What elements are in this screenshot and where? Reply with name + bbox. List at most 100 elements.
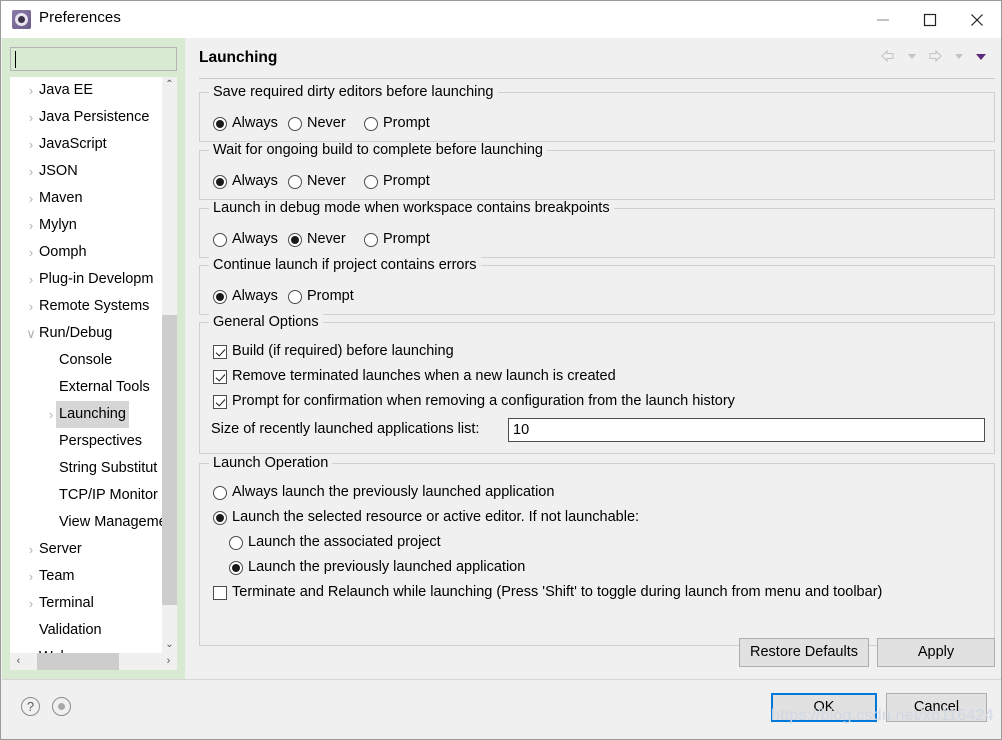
size-of-recent-list-input[interactable]: 10 (508, 418, 985, 442)
minimize-icon[interactable] (861, 1, 907, 38)
more-chevron-down-icon[interactable] (973, 48, 989, 69)
sidebar-item-perspectives[interactable]: Perspectives (10, 428, 162, 455)
preferences-tree[interactable]: › Java EE › Java Persistence › JavaScript › JSO… (10, 77, 177, 653)
scroll-right-icon[interactable]: › (160, 653, 177, 670)
apply-button[interactable]: Apply (877, 638, 995, 667)
scroll-down-icon[interactable]: ⌄ (162, 637, 177, 653)
checkbox-checked-icon[interactable] (213, 395, 227, 409)
radio-unselected-icon[interactable] (213, 486, 227, 500)
back-arrow-icon[interactable] (879, 48, 897, 69)
radio-mark[interactable] (213, 486, 227, 500)
radio-unselected-icon[interactable] (364, 117, 378, 131)
sidebar-item-external-tools[interactable]: External Tools (10, 374, 162, 401)
check-mark[interactable] (213, 586, 227, 600)
radio-unselected-icon[interactable] (288, 175, 302, 189)
forward-dropdown-chevron-down-icon[interactable] (952, 48, 966, 69)
sidebar-item-string-substitut[interactable]: String Substitut (10, 455, 162, 482)
filter-input[interactable] (10, 47, 177, 71)
sidebar-item-web[interactable]: ›Web (10, 644, 162, 653)
chevron-right-icon[interactable]: › (24, 266, 38, 293)
radio-selected-icon[interactable] (213, 511, 227, 525)
radio-mark[interactable] (213, 290, 227, 304)
horizontal-scroll-thumb[interactable] (37, 653, 119, 670)
sidebar-item-remote-systems[interactable]: › Remote Systems (10, 293, 162, 320)
sidebar-item-json[interactable]: › JSON (10, 158, 162, 185)
sidebar-item-run-debug[interactable]: ∨ Run/Debug (10, 320, 162, 347)
sidebar-item-plug-in-developm[interactable]: › Plug-in Developm (10, 266, 162, 293)
help-icon[interactable]: ? (21, 697, 40, 716)
chevron-right-icon[interactable]: › (24, 239, 38, 266)
check-mark[interactable] (213, 345, 227, 359)
radio-unselected-icon[interactable] (213, 233, 227, 247)
sidebar-item-oomph[interactable]: › Oomph (10, 239, 162, 266)
sidebar-item-launching[interactable]: › Launching (10, 401, 162, 428)
checkbox-unchecked-icon[interactable] (213, 586, 227, 600)
radio-mark[interactable] (229, 536, 243, 550)
chevron-right-icon[interactable]: › (24, 212, 38, 239)
radio-mark[interactable] (364, 175, 378, 189)
radio-mark[interactable] (364, 233, 378, 247)
secondary-dot-icon[interactable] (52, 697, 71, 716)
radio-selected-icon[interactable] (213, 175, 227, 189)
checkbox-checked-icon[interactable] (213, 370, 227, 384)
sidebar-item-view-manageme[interactable]: View Manageme (10, 509, 162, 536)
radio-unselected-icon[interactable] (288, 290, 302, 304)
vertical-scroll-thumb[interactable] (162, 315, 177, 605)
sidebar-item-console[interactable]: Console (10, 347, 162, 374)
radio-selected-icon[interactable] (213, 290, 227, 304)
sidebar-item-team[interactable]: › Team (10, 563, 162, 590)
chevron-right-icon[interactable]: › (24, 644, 38, 653)
chevron-right-icon[interactable]: › (24, 185, 38, 212)
radio-selected-icon[interactable] (288, 233, 302, 247)
sidebar-item-terminal[interactable]: › Terminal (10, 590, 162, 617)
chevron-right-icon[interactable]: › (24, 293, 38, 320)
radio-unselected-icon[interactable] (229, 536, 243, 550)
radio-mark[interactable] (213, 511, 227, 525)
radio-unselected-icon[interactable] (364, 175, 378, 189)
chevron-right-icon[interactable]: › (24, 536, 38, 563)
sidebar-item-validation[interactable]: Validation (10, 617, 162, 644)
radio-selected-icon[interactable] (213, 117, 227, 131)
chevron-right-icon[interactable]: › (24, 104, 38, 131)
check-mark[interactable] (213, 395, 227, 409)
sidebar-item-javascript[interactable]: › JavaScript (10, 131, 162, 158)
sidebar-item-maven[interactable]: › Maven (10, 185, 162, 212)
checkbox-checked-icon[interactable] (213, 345, 227, 359)
chevron-right-icon[interactable]: › (24, 590, 38, 617)
cancel-button[interactable]: Cancel (886, 693, 987, 722)
restore-defaults-button[interactable]: Restore Defaults (739, 638, 869, 667)
back-dropdown-chevron-down-icon[interactable] (905, 48, 919, 69)
sidebar-item-server[interactable]: › Server (10, 536, 162, 563)
sidebar-item-java-persistence[interactable]: › Java Persistence (10, 104, 162, 131)
forward-arrow-icon[interactable] (926, 48, 944, 69)
chevron-right-icon[interactable]: › (24, 131, 38, 158)
sidebar-item-mylyn[interactable]: › Mylyn (10, 212, 162, 239)
radio-mark[interactable] (364, 117, 378, 131)
radio-unselected-icon[interactable] (288, 117, 302, 131)
ok-button[interactable]: OK (771, 693, 877, 722)
sidebar-item-java-ee[interactable]: › Java EE (10, 77, 162, 104)
sidebar-item-tcp-ip-monitor[interactable]: TCP/IP Monitor (10, 482, 162, 509)
radio-mark[interactable] (288, 233, 302, 247)
chevron-right-icon[interactable]: › (24, 77, 38, 104)
sidebar-item-label: TCP/IP Monitor (59, 487, 158, 503)
close-icon[interactable] (955, 1, 1001, 38)
chevron-right-icon[interactable]: › (24, 158, 38, 185)
radio-mark[interactable] (229, 561, 243, 575)
scroll-left-icon[interactable]: ‹ (10, 653, 27, 670)
maximize-icon[interactable] (908, 1, 954, 38)
tree-horizontal-scrollbar[interactable]: ‹ › (10, 653, 177, 670)
radio-unselected-icon[interactable] (364, 233, 378, 247)
chevron-down-icon[interactable]: ∨ (24, 320, 38, 347)
tree-vertical-scrollbar[interactable]: ⌃ ⌄ (162, 77, 177, 653)
radio-mark[interactable] (213, 175, 227, 189)
radio-mark[interactable] (213, 117, 227, 131)
radio-mark[interactable] (288, 117, 302, 131)
check-mark[interactable] (213, 370, 227, 384)
chevron-right-icon[interactable]: › (24, 563, 38, 590)
radio-mark[interactable] (288, 175, 302, 189)
radio-mark[interactable] (213, 233, 227, 247)
radio-mark[interactable] (288, 290, 302, 304)
scroll-up-icon[interactable]: ⌃ (162, 77, 177, 93)
radio-selected-icon[interactable] (229, 561, 243, 575)
